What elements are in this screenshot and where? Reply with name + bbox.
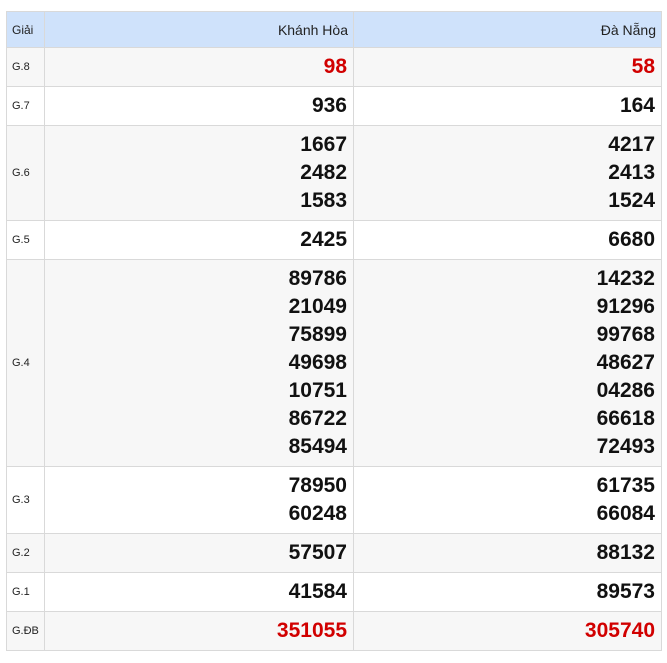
table-row: G.7 936 164 xyxy=(6,86,662,126)
result-number: 1667 xyxy=(300,133,347,156)
result-number: 89786 xyxy=(288,267,347,290)
result-number: 936 xyxy=(311,94,347,117)
table-header: Giải Khánh Hòa Đà Nẵng xyxy=(6,11,662,48)
result-number: 41584 xyxy=(288,580,347,603)
table-row: G.2 57507 88132 xyxy=(6,533,662,573)
result-number: 6680 xyxy=(608,228,655,251)
result-number: 89573 xyxy=(596,580,655,603)
table-row: G.3 78950 60248 61735 66084 xyxy=(6,466,662,534)
result-number: 10751 xyxy=(288,379,347,402)
khanh-hoa-numbers: 2425 xyxy=(44,220,354,260)
da-nang-numbers: 58 xyxy=(353,47,662,87)
prize-label: G.6 xyxy=(6,125,45,221)
result-number: 57507 xyxy=(288,541,347,564)
prize-label: G.4 xyxy=(6,259,45,467)
table-body: G.8 98 58 G.7 936 164 G.6 1667 2482 1583… xyxy=(6,47,662,651)
result-number: 72493 xyxy=(596,435,655,458)
result-number: 164 xyxy=(619,94,655,117)
province-header-da-nang[interactable]: Đà Nẵng xyxy=(353,11,662,48)
result-number: 2413 xyxy=(608,161,655,184)
da-nang-numbers: 14232 91296 99768 48627 04286 66618 7249… xyxy=(353,259,662,467)
da-nang-numbers: 89573 xyxy=(353,572,662,612)
result-number: 78950 xyxy=(288,474,347,497)
da-nang-numbers: 61735 66084 xyxy=(353,466,662,534)
da-nang-numbers: 88132 xyxy=(353,533,662,573)
province-header-khanh-hoa[interactable]: Khánh Hòa xyxy=(44,11,354,48)
result-number: 85494 xyxy=(288,435,347,458)
result-number: 305740 xyxy=(584,619,655,642)
results-table-container: Giải Khánh Hòa Đà Nẵng G.8 98 58 G.7 936 xyxy=(6,11,662,651)
table-row: G.1 41584 89573 xyxy=(6,572,662,612)
result-number: 58 xyxy=(631,55,655,78)
result-number: 66084 xyxy=(596,502,655,525)
result-number: 61735 xyxy=(596,474,655,497)
result-number: 88132 xyxy=(596,541,655,564)
result-number: 2425 xyxy=(300,228,347,251)
khanh-hoa-numbers: 57507 xyxy=(44,533,354,573)
da-nang-numbers: 4217 2413 1524 xyxy=(353,125,662,221)
da-nang-numbers: 6680 xyxy=(353,220,662,260)
prize-label: G.3 xyxy=(6,466,45,534)
result-number: 60248 xyxy=(288,502,347,525)
prize-column-header: Giải xyxy=(6,11,45,48)
prize-label: G.8 xyxy=(6,47,45,87)
result-number: 48627 xyxy=(596,351,655,374)
khanh-hoa-numbers: 89786 21049 75899 49698 10751 86722 8549… xyxy=(44,259,354,467)
khanh-hoa-numbers: 1667 2482 1583 xyxy=(44,125,354,221)
result-number: 21049 xyxy=(288,295,347,318)
table-row: G.4 89786 21049 75899 49698 10751 86722 … xyxy=(6,259,662,467)
result-number: 14232 xyxy=(596,267,655,290)
da-nang-numbers: 305740 xyxy=(353,611,662,651)
khanh-hoa-numbers: 936 xyxy=(44,86,354,126)
result-number: 2482 xyxy=(300,161,347,184)
result-number: 1524 xyxy=(608,189,655,212)
table-row: G.8 98 58 xyxy=(6,47,662,87)
prize-label: G.1 xyxy=(6,572,45,612)
result-number: 4217 xyxy=(608,133,655,156)
result-number: 75899 xyxy=(288,323,347,346)
lottery-results-table: Giải Khánh Hòa Đà Nẵng G.8 98 58 G.7 936 xyxy=(6,11,662,651)
result-number: 86722 xyxy=(288,407,347,430)
result-number: 99768 xyxy=(596,323,655,346)
khanh-hoa-numbers: 78950 60248 xyxy=(44,466,354,534)
result-number: 66618 xyxy=(596,407,655,430)
khanh-hoa-numbers: 351055 xyxy=(44,611,354,651)
da-nang-numbers: 164 xyxy=(353,86,662,126)
prize-label: G.ĐB xyxy=(6,611,45,651)
result-number: 351055 xyxy=(276,619,347,642)
prize-label: G.7 xyxy=(6,86,45,126)
header-row: Giải Khánh Hòa Đà Nẵng xyxy=(6,11,662,48)
table-row: G.ĐB 351055 305740 xyxy=(6,611,662,651)
prize-label: G.5 xyxy=(6,220,45,260)
result-number: 98 xyxy=(323,55,347,78)
result-number: 49698 xyxy=(288,351,347,374)
prize-label: G.2 xyxy=(6,533,45,573)
result-number: 1583 xyxy=(300,189,347,212)
khanh-hoa-numbers: 41584 xyxy=(44,572,354,612)
table-row: G.6 1667 2482 1583 4217 2413 1524 xyxy=(6,125,662,221)
result-number: 91296 xyxy=(596,295,655,318)
table-row: G.5 2425 6680 xyxy=(6,220,662,260)
result-number: 04286 xyxy=(596,379,655,402)
khanh-hoa-numbers: 98 xyxy=(44,47,354,87)
